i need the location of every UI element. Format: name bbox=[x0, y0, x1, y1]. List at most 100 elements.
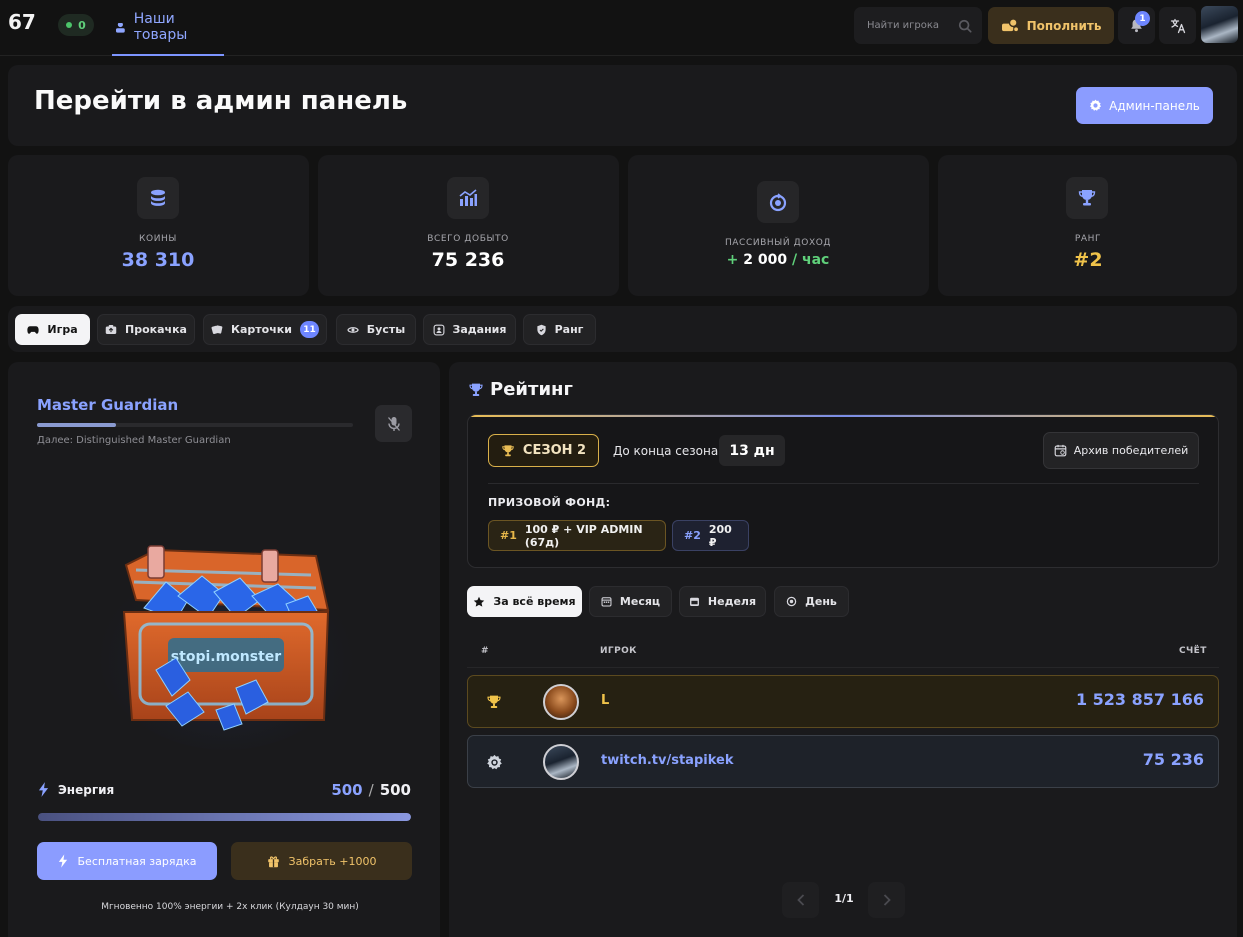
column-rank: # bbox=[481, 646, 489, 656]
energy-value: 500/500 bbox=[331, 781, 411, 799]
tab-tasks[interactable]: Задания bbox=[423, 314, 516, 345]
notifications-button[interactable]: 1 bbox=[1118, 7, 1155, 44]
coins-icon bbox=[137, 177, 179, 219]
rank-progress-fill bbox=[37, 423, 116, 427]
tab-upgrade[interactable]: Прокачка bbox=[97, 314, 195, 345]
free-charge-label: Бесплатная зарядка bbox=[77, 854, 197, 868]
cards-icon bbox=[211, 325, 223, 335]
player-search[interactable] bbox=[854, 7, 982, 44]
player-name[interactable]: L bbox=[601, 693, 609, 708]
chest-clicker[interactable]: stopi.monster bbox=[96, 520, 356, 750]
season-label: СЕЗОН 2 bbox=[522, 443, 587, 458]
period-day[interactable]: День bbox=[774, 586, 849, 617]
archive-label: Архив победителей bbox=[1073, 444, 1189, 457]
tab-game-label: Игра bbox=[47, 323, 78, 336]
page-indicator: 1/1 bbox=[834, 892, 854, 905]
season-info: СЕЗОН 2 До конца сезона: 13 дн Архив поб… bbox=[467, 414, 1219, 568]
tab-upgrade-label: Прокачка bbox=[125, 323, 187, 336]
gift-icon bbox=[267, 855, 279, 867]
mined-label: ВСЕГО ДОБЫТО bbox=[427, 234, 509, 244]
silver-medal-icon bbox=[484, 752, 504, 772]
lightning-icon bbox=[38, 782, 49, 797]
admin-title: Перейти в админ панель bbox=[34, 86, 408, 116]
day-icon bbox=[786, 596, 797, 607]
language-button[interactable] bbox=[1159, 7, 1196, 44]
free-charge-button[interactable]: Бесплатная зарядка bbox=[37, 842, 217, 880]
prize-fund-label: ПРИЗОВОЙ ФОНД: bbox=[488, 496, 611, 509]
mic-off-icon bbox=[387, 416, 400, 431]
tab-rank-label: Ранг bbox=[554, 323, 584, 336]
prev-page-button[interactable] bbox=[782, 882, 819, 918]
period-month[interactable]: Месяц bbox=[589, 586, 672, 617]
player-name[interactable]: twitch.tv/stapikek bbox=[601, 753, 733, 768]
period-week-label: Неделя bbox=[707, 595, 757, 608]
coins-label: КОИНЫ bbox=[139, 234, 177, 244]
energy-current: 500 bbox=[331, 781, 363, 799]
top-bar: 67 0 Наши товары Пополнить 1 bbox=[0, 0, 1243, 56]
period-all-time[interactable]: За всё время bbox=[467, 586, 582, 617]
search-input[interactable] bbox=[867, 20, 957, 31]
season-badge: СЕЗОН 2 bbox=[488, 434, 599, 467]
tab-cards[interactable]: Карточки 11 bbox=[203, 314, 327, 345]
calendar-icon bbox=[1054, 444, 1067, 457]
period-week[interactable]: Неделя bbox=[679, 586, 766, 617]
period-day-label: День bbox=[805, 595, 837, 608]
rank-value: #2 bbox=[1073, 249, 1103, 271]
player-avatar[interactable] bbox=[543, 744, 579, 780]
player-score: 75 236 bbox=[1142, 750, 1204, 769]
user-avatar[interactable] bbox=[1201, 6, 1238, 43]
charge-note: Мгновенно 100% энергии + 2х клик (Кулдау… bbox=[101, 902, 359, 912]
energy-max: 500 bbox=[379, 781, 411, 799]
online-dot-icon bbox=[66, 22, 73, 28]
gear-icon bbox=[1090, 99, 1102, 111]
passive-value: + 2 000 / час bbox=[726, 252, 830, 268]
period-month-label: Месяц bbox=[619, 595, 661, 608]
leaderboard-row[interactable]: L 1 523 857 166 bbox=[467, 675, 1219, 728]
tab-game[interactable]: Игра bbox=[15, 314, 90, 345]
upgrade-icon bbox=[105, 325, 117, 334]
tab-rank[interactable]: Ранг bbox=[523, 314, 596, 345]
tasks-icon bbox=[433, 324, 444, 335]
player-avatar[interactable] bbox=[543, 684, 579, 720]
stat-card-passive bbox=[628, 155, 929, 296]
chevron-left-icon bbox=[796, 894, 804, 906]
bar-chart-icon bbox=[447, 177, 489, 219]
prize-first: #1 100 ₽ + VIP ADMIN (67д) bbox=[488, 520, 666, 551]
tab-boosts[interactable]: Бусты bbox=[336, 314, 416, 345]
season-days-left: 13 дн bbox=[719, 435, 785, 466]
search-icon bbox=[958, 19, 972, 33]
chevron-right-icon bbox=[883, 894, 891, 906]
shield-icon bbox=[536, 324, 546, 335]
level-number: 67 bbox=[8, 10, 36, 34]
wallet-coin-icon bbox=[1001, 18, 1018, 32]
sound-toggle-button[interactable] bbox=[375, 405, 412, 442]
tab-cards-label: Карточки bbox=[231, 323, 292, 336]
passive-value-amount: 2 000 bbox=[743, 252, 788, 268]
nav-tab-products[interactable]: Наши товары bbox=[112, 0, 224, 56]
prize-second-pos: #2 bbox=[684, 529, 701, 542]
winners-archive-button[interactable]: Архив победителей bbox=[1043, 432, 1199, 469]
boost-icon bbox=[347, 326, 359, 333]
gamepad-icon bbox=[27, 325, 39, 334]
period-all-time-label: За всё время bbox=[493, 595, 576, 608]
admin-panel-button[interactable]: Админ-панель bbox=[1076, 87, 1213, 124]
next-rank-text: Далее: Distinguished Master Guardian bbox=[37, 435, 231, 446]
claim-bonus-button[interactable]: Забрать +1000 bbox=[231, 842, 412, 880]
passive-value-unit: / час bbox=[791, 252, 830, 268]
calendar-icon bbox=[601, 597, 612, 607]
next-page-button[interactable] bbox=[868, 882, 905, 918]
energy-label: Энергия bbox=[38, 782, 114, 797]
leaderboard-row[interactable]: twitch.tv/stapikek 75 236 bbox=[467, 735, 1219, 788]
trophy-icon bbox=[502, 444, 514, 456]
notifications-badge: 1 bbox=[1135, 11, 1150, 26]
admin-button-label: Админ-панель bbox=[1109, 98, 1200, 113]
trophy-icon bbox=[469, 383, 483, 396]
rating-title: Рейтинг bbox=[468, 379, 573, 400]
online-indicator: 0 bbox=[58, 14, 94, 36]
leaderboard-header-divider bbox=[467, 667, 1219, 668]
online-count: 0 bbox=[78, 18, 86, 32]
tab-tasks-label: Задания bbox=[452, 323, 507, 336]
season-divider bbox=[488, 483, 1199, 484]
topup-button[interactable]: Пополнить bbox=[988, 7, 1114, 44]
mined-value: 75 236 bbox=[431, 249, 505, 271]
